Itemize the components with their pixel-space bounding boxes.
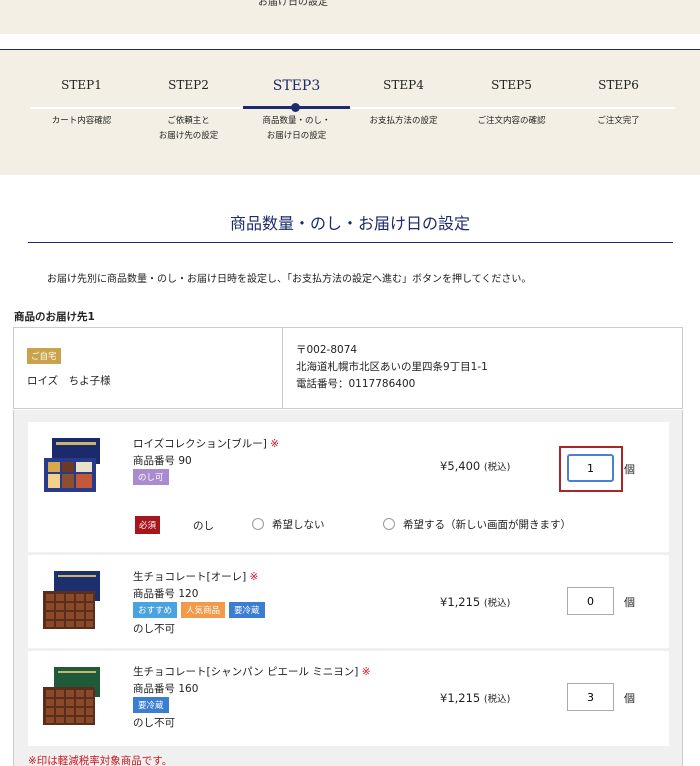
phone-number: 電話番号：0117786400 — [296, 378, 416, 390]
header-cut-text: お届け日の設定 — [258, 0, 328, 8]
item-name: 生チョコレート[オーレ] ※ — [133, 571, 259, 583]
tag-recommended: おすすめ — [133, 602, 178, 618]
recipient-name: ロイズ ちよ子様 — [27, 375, 111, 387]
step-number: STEP6 — [598, 78, 639, 92]
qty-unit: 個 — [624, 692, 635, 705]
noshi-unavailable-note: のし不可 — [133, 717, 175, 729]
list-item: 生チョコレート[オーレ] ※ 商品番号 120 おすすめ 人気商品 要冷蔵 のし… — [28, 555, 669, 648]
destination-section-title: 商品のお届け先1 — [14, 311, 95, 323]
step-number: STEP2 — [168, 78, 209, 92]
tax-mark: ※ — [249, 571, 259, 583]
step-3: STEP3 商品数量・のし・ お届け日の設定 — [243, 78, 350, 144]
step-label: お支払方法の設定 — [369, 116, 438, 126]
noshi-label: のし — [193, 520, 214, 532]
list-item: ロイズコレクション[ブルー] ※ 商品番号 90 のし可 ¥5,400 (税込)… — [28, 422, 669, 552]
quantity-input[interactable] — [567, 454, 614, 482]
noshi-yes-radio[interactable] — [383, 518, 395, 530]
top-strip: お届け日の設定 — [0, 0, 700, 34]
list-item: 生チョコレート[シャンパン ピエール ミニヨン] ※ 商品番号 160 要冷蔵 … — [28, 651, 669, 746]
home-badge: ご自宅 — [27, 348, 61, 364]
royce-collection-blue-image — [44, 438, 100, 492]
noshi-no-label[interactable]: 希望しない — [272, 517, 325, 532]
step-label: ご注文完了 — [597, 116, 640, 126]
tag-noshi-ok: のし可 — [133, 469, 169, 485]
nama-chocolate-champagne-image — [43, 667, 100, 725]
tax-mark: ※ — [270, 438, 280, 450]
item-tags: おすすめ 人気商品 要冷蔵 — [133, 602, 265, 618]
tag-refrigerate: 要冷蔵 — [133, 697, 169, 713]
step-number: STEP1 — [61, 78, 102, 92]
noshi-no-radio[interactable] — [252, 518, 264, 530]
step-number: STEP3 — [272, 78, 321, 94]
postal-code: 〒002-8074 — [296, 344, 358, 356]
item-name: 生チョコレート[シャンパン ピエール ミニヨン] ※ — [133, 666, 371, 678]
qty-unit: 個 — [624, 596, 635, 609]
item-price: ¥5,400 (税込) — [440, 459, 511, 473]
step-label: ご注文内容の確認 — [477, 116, 546, 126]
step-1: STEP1 カート内容確認 — [28, 78, 135, 129]
required-badge: 必須 — [135, 516, 161, 534]
tax-mark: ※ — [361, 666, 371, 678]
step-label: ご依頼主と お届け先の設定 — [158, 116, 219, 141]
item-code: 商品番号 120 — [133, 588, 199, 600]
title-rule — [28, 242, 673, 243]
step-6: STEP6 ご注文完了 — [565, 78, 672, 129]
tag-refrigerate: 要冷蔵 — [229, 602, 265, 618]
step-2: STEP2 ご依頼主と お届け先の設定 — [135, 78, 242, 144]
item-name: ロイズコレクション[ブルー] ※ — [133, 438, 280, 450]
instructions-text: お届け先別に商品数量・のし・お届け日時を設定し、「お支払方法の設定へ進む」ボタン… — [47, 274, 532, 285]
item-code: 商品番号 160 — [133, 683, 199, 695]
destination-divider — [282, 328, 283, 408]
step-number: STEP4 — [383, 78, 424, 92]
noshi-yes-label[interactable]: 希望する（新しい画面が開きます） — [403, 517, 571, 532]
tag-popular: 人気商品 — [181, 602, 226, 618]
step-4: STEP4 お支払方法の設定 — [350, 78, 457, 129]
reduced-tax-footnote: ※印は軽減税率対象商品です。 — [28, 755, 173, 766]
destination-box: ご自宅 ロイズ ちよ子様 〒002-8074 北海道札幌市北区あいの里四条9丁目… — [13, 327, 683, 409]
item-tags: のし可 — [133, 469, 169, 485]
step-number: STEP5 — [491, 78, 532, 92]
step-label: 商品数量・のし・ お届け日の設定 — [262, 116, 331, 141]
address-line: 北海道札幌市北区あいの里四条9丁目1-1 — [296, 361, 488, 373]
checkout-steps: STEP1 カート内容確認 STEP2 ご依頼主と お届け先の設定 STEP3 … — [0, 50, 700, 175]
item-price: ¥1,215 (税込) — [440, 691, 511, 705]
destination-address: 〒002-8074 北海道札幌市北区あいの里四条9丁目1-1 電話番号：0117… — [296, 342, 488, 393]
items-list: ロイズコレクション[ブルー] ※ 商品番号 90 のし可 ¥5,400 (税込)… — [13, 410, 683, 766]
item-tags: 要冷蔵 — [133, 697, 169, 713]
step-5: STEP5 ご注文内容の確認 — [458, 78, 565, 129]
item-code: 商品番号 90 — [133, 455, 192, 467]
nama-chocolate-ole-image — [43, 571, 100, 629]
noshi-row: 必須 のし 希望しない 希望する（新しい画面が開きます） — [135, 516, 655, 534]
step-label: カート内容確認 — [51, 116, 112, 126]
quantity-input[interactable] — [567, 683, 614, 711]
qty-unit: 個 — [624, 463, 635, 476]
quantity-input[interactable] — [567, 587, 614, 615]
noshi-unavailable-note: のし不可 — [133, 623, 175, 635]
item-price: ¥1,215 (税込) — [440, 595, 511, 609]
page-title: 商品数量・のし・お届け日の設定 — [229, 214, 470, 233]
